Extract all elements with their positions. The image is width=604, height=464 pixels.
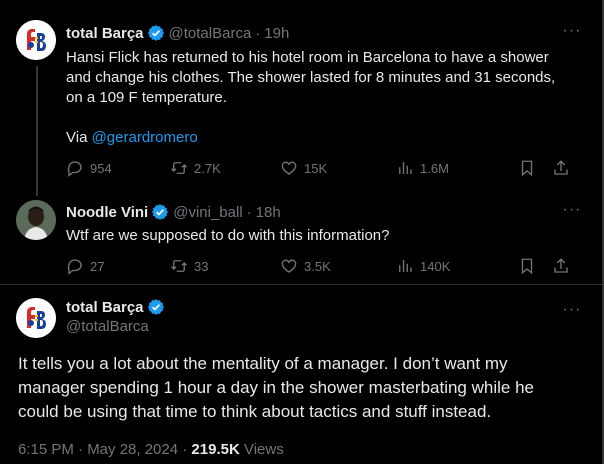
like-button[interactable]: 15K (280, 159, 327, 177)
verified-badge-icon (147, 24, 165, 42)
reply-count: 27 (90, 258, 105, 274)
share-button[interactable] (552, 257, 570, 275)
views-button[interactable]: 140K (396, 257, 450, 275)
user-photo-icon (16, 200, 56, 240)
tweet-header: total Barça @totalBarca · 19h (66, 24, 289, 42)
tweet-text: Wtf are we supposed to do with this info… (66, 227, 390, 244)
tweet-time[interactable]: 18h (256, 204, 281, 221)
tweet-text-line: Hansi Flick has returned to his hotel ro… (66, 49, 549, 66)
retweet-count: 2.7K (194, 160, 221, 176)
thread-connector (36, 66, 38, 196)
view-count: 140K (420, 258, 451, 274)
tweet-time[interactable]: 19h (264, 25, 289, 42)
tweet-text-line: could be using that time to think about … (18, 402, 492, 421)
tweet-text: Hansi Flick has returned to his hotel ro… (66, 48, 586, 148)
mention-link[interactable]: @gerardromero (92, 129, 198, 146)
tweet-thread: total Barça @totalBarca · 19h ··· Hansi … (0, 0, 604, 464)
share-button[interactable] (552, 159, 570, 177)
tweet-text-line: on a 109 F temperature. (66, 89, 227, 106)
share-icon (554, 160, 568, 175)
reply-icon (67, 161, 82, 177)
total-barca-logo-icon (16, 20, 56, 60)
via-prefix: Via (66, 129, 92, 146)
avatar[interactable] (16, 298, 56, 338)
tweet-text-line: and change his clothes. The shower laste… (66, 69, 556, 86)
bookmark-icon (521, 160, 533, 177)
display-name[interactable]: total Barça (66, 299, 144, 316)
avatar[interactable] (16, 20, 56, 60)
tweet-actions: 27 33 3.5K 140K (66, 256, 588, 276)
bar-chart-icon (399, 162, 412, 174)
tweet-text-line: manager spending 1 hour a day in the sho… (18, 378, 534, 397)
verified-badge-icon (151, 203, 169, 221)
reply-button[interactable]: 954 (66, 159, 112, 177)
views-label: Views (239, 441, 284, 458)
display-name[interactable]: total Barça (66, 25, 144, 42)
bookmark-button[interactable] (518, 159, 536, 177)
bookmark-button[interactable] (518, 257, 536, 275)
view-count: 1.6M (420, 160, 449, 176)
tweet-timestamp[interactable]: 6:15 PM · May 28, 2024 · (18, 441, 191, 458)
user-handle[interactable]: @vini_ball (173, 204, 242, 221)
reply-count: 954 (90, 160, 112, 176)
bar-chart-icon (399, 260, 412, 272)
tweet-actions: 954 2.7K 15K 1.6M (66, 158, 588, 178)
more-options-icon[interactable]: ··· (562, 302, 582, 325)
like-count: 15K (304, 160, 328, 176)
divider (0, 284, 604, 285)
heart-icon (281, 161, 297, 175)
reply-button[interactable]: 27 (66, 257, 104, 275)
retweet-count: 33 (194, 258, 209, 274)
tweet-text-line: It tells you a lot about the mentality o… (18, 354, 508, 373)
user-handle[interactable]: @totalBarca (66, 318, 165, 335)
more-options-icon[interactable]: ··· (562, 202, 582, 225)
display-name[interactable]: Noodle Vini (66, 204, 148, 221)
share-icon (554, 258, 568, 273)
retweet-button[interactable]: 33 (170, 257, 208, 275)
bookmark-icon (521, 258, 533, 275)
separator-dot: · (255, 24, 261, 42)
avatar[interactable] (16, 200, 56, 240)
user-handle[interactable]: @totalBarca (169, 25, 252, 42)
like-button[interactable]: 3.5K (280, 257, 331, 275)
via-line: Via @gerardromero (66, 128, 586, 148)
separator-dot: · (246, 203, 252, 221)
heart-icon (281, 259, 297, 273)
tweet-header: Noodle Vini @vini_ball · 18h (66, 203, 281, 221)
retweet-icon (171, 162, 187, 174)
tweet-meta: 6:15 PM · May 28, 2024 · 219.5K Views (18, 441, 284, 458)
more-options-icon[interactable]: ··· (562, 23, 582, 46)
verified-badge-icon (147, 298, 165, 316)
views-button[interactable]: 1.6M (396, 159, 449, 177)
main-tweet-author: total Barça @totalBarca (66, 298, 165, 335)
reply-icon (67, 259, 82, 275)
main-tweet-text: It tells you a lot about the mentality o… (18, 352, 588, 424)
like-count: 3.5K (304, 258, 331, 274)
views-count: 219.5K (191, 441, 240, 458)
total-barca-logo-icon (16, 298, 56, 338)
retweet-icon (171, 260, 187, 272)
retweet-button[interactable]: 2.7K (170, 159, 221, 177)
